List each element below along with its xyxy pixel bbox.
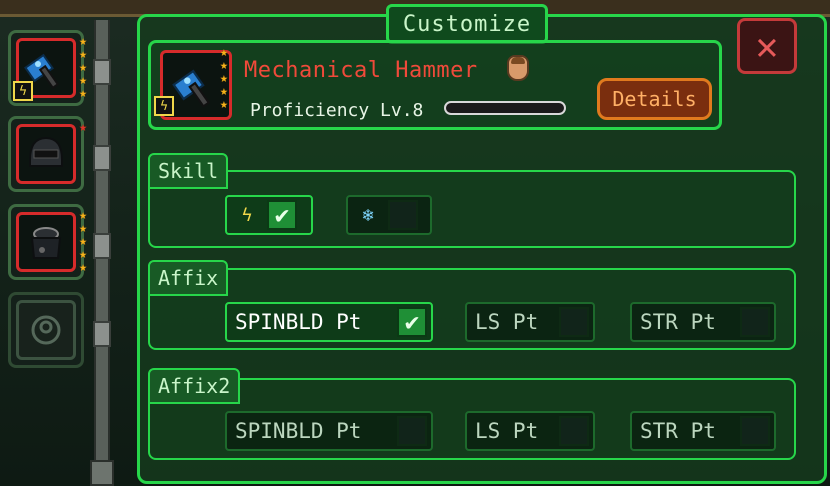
affix2-option-spinbld[interactable]: SPINBLD Pt <box>225 411 433 451</box>
slot-empty[interactable] <box>8 292 111 368</box>
skill-option-lightning[interactable]: ϟ ✔ <box>225 195 313 235</box>
affix-checkbox[interactable] <box>559 307 589 337</box>
affix2-option-label: SPINBLD Pt <box>235 419 362 443</box>
frost-icon: ❄ <box>362 204 374 226</box>
affix-checkbox[interactable] <box>740 307 770 337</box>
details-button[interactable]: Details <box>597 78 712 120</box>
slot-tab <box>93 233 111 259</box>
affix2-option-str[interactable]: STR Pt <box>630 411 776 451</box>
skill-checkbox-checked[interactable]: ✔ <box>267 200 297 230</box>
affix2-checkbox[interactable] <box>740 416 770 446</box>
affix2-option-label: LS Pt <box>475 419 539 443</box>
helmet-slot-icon <box>16 124 76 184</box>
panel-title: Customize <box>386 4 548 44</box>
skill-section-title: Skill <box>148 153 229 189</box>
rail-knob <box>90 460 114 486</box>
armor-slot-icon <box>16 212 76 272</box>
star-icon: ★ <box>79 120 87 135</box>
star-icon: ★ <box>79 86 87 101</box>
mechanical-hammer-icon <box>172 69 211 108</box>
slot-stars: ★ ★ ★ ★ ★ <box>79 209 87 274</box>
lightning-icon: ϟ <box>241 204 253 226</box>
skill-option-frost[interactable]: ❄ <box>346 195 432 235</box>
proficiency-bar <box>444 101 566 115</box>
slot-helmet[interactable]: ★ <box>8 116 111 192</box>
affix-section-title: Affix <box>148 260 229 296</box>
affix2-section-title: Affix2 <box>148 368 241 404</box>
slot-tab <box>93 321 111 347</box>
affix-option-label: LS Pt <box>475 310 539 334</box>
empty-slot-placeholder-icon <box>31 315 61 345</box>
affix2-checkbox[interactable] <box>559 416 589 446</box>
slot-stars: ★ <box>79 121 87 134</box>
affix-option-label: STR Pt <box>640 310 716 334</box>
slot-stars: ★ ★ ★ ★ ★ <box>79 35 87 100</box>
affix-option-label: SPINBLD Pt <box>235 310 362 334</box>
slot-tab <box>93 59 111 85</box>
star-icon: ★ <box>220 84 228 99</box>
affix-option-str[interactable]: STR Pt <box>630 302 776 342</box>
star-icon: ★ <box>79 260 87 275</box>
item-lightning-badge-icon: ϟ <box>154 96 174 116</box>
armor-icon <box>30 227 62 259</box>
affix2-option-label: STR Pt <box>640 419 716 443</box>
affix-option-ls[interactable]: LS Pt <box>465 302 595 342</box>
lightning-badge-icon: ϟ <box>13 81 33 101</box>
character-portrait-icon <box>507 55 529 81</box>
slot-tab <box>93 145 111 171</box>
slot-hammer[interactable]: ★ ★ ★ ★ ★ ϟ <box>8 30 111 106</box>
empty-slot-icon <box>16 300 76 360</box>
item-name: Mechanical Hammer <box>244 58 478 83</box>
affix2-checkbox[interactable] <box>397 416 427 446</box>
skill-checkbox[interactable] <box>388 200 418 230</box>
proficiency-label: Proficiency Lv.8 <box>250 100 424 121</box>
helmet-icon <box>29 136 63 167</box>
affix-option-spinbld[interactable]: SPINBLD Pt ✔ <box>225 302 433 342</box>
affix2-option-ls[interactable]: LS Pt <box>465 411 595 451</box>
equipment-column: ★ ★ ★ ★ ★ ϟ ★ ★ ★ ★ ★ ★ <box>0 20 140 486</box>
affix-checkbox-checked[interactable]: ✔ <box>397 307 427 337</box>
slot-armor[interactable]: ★ ★ ★ ★ ★ <box>8 204 111 280</box>
